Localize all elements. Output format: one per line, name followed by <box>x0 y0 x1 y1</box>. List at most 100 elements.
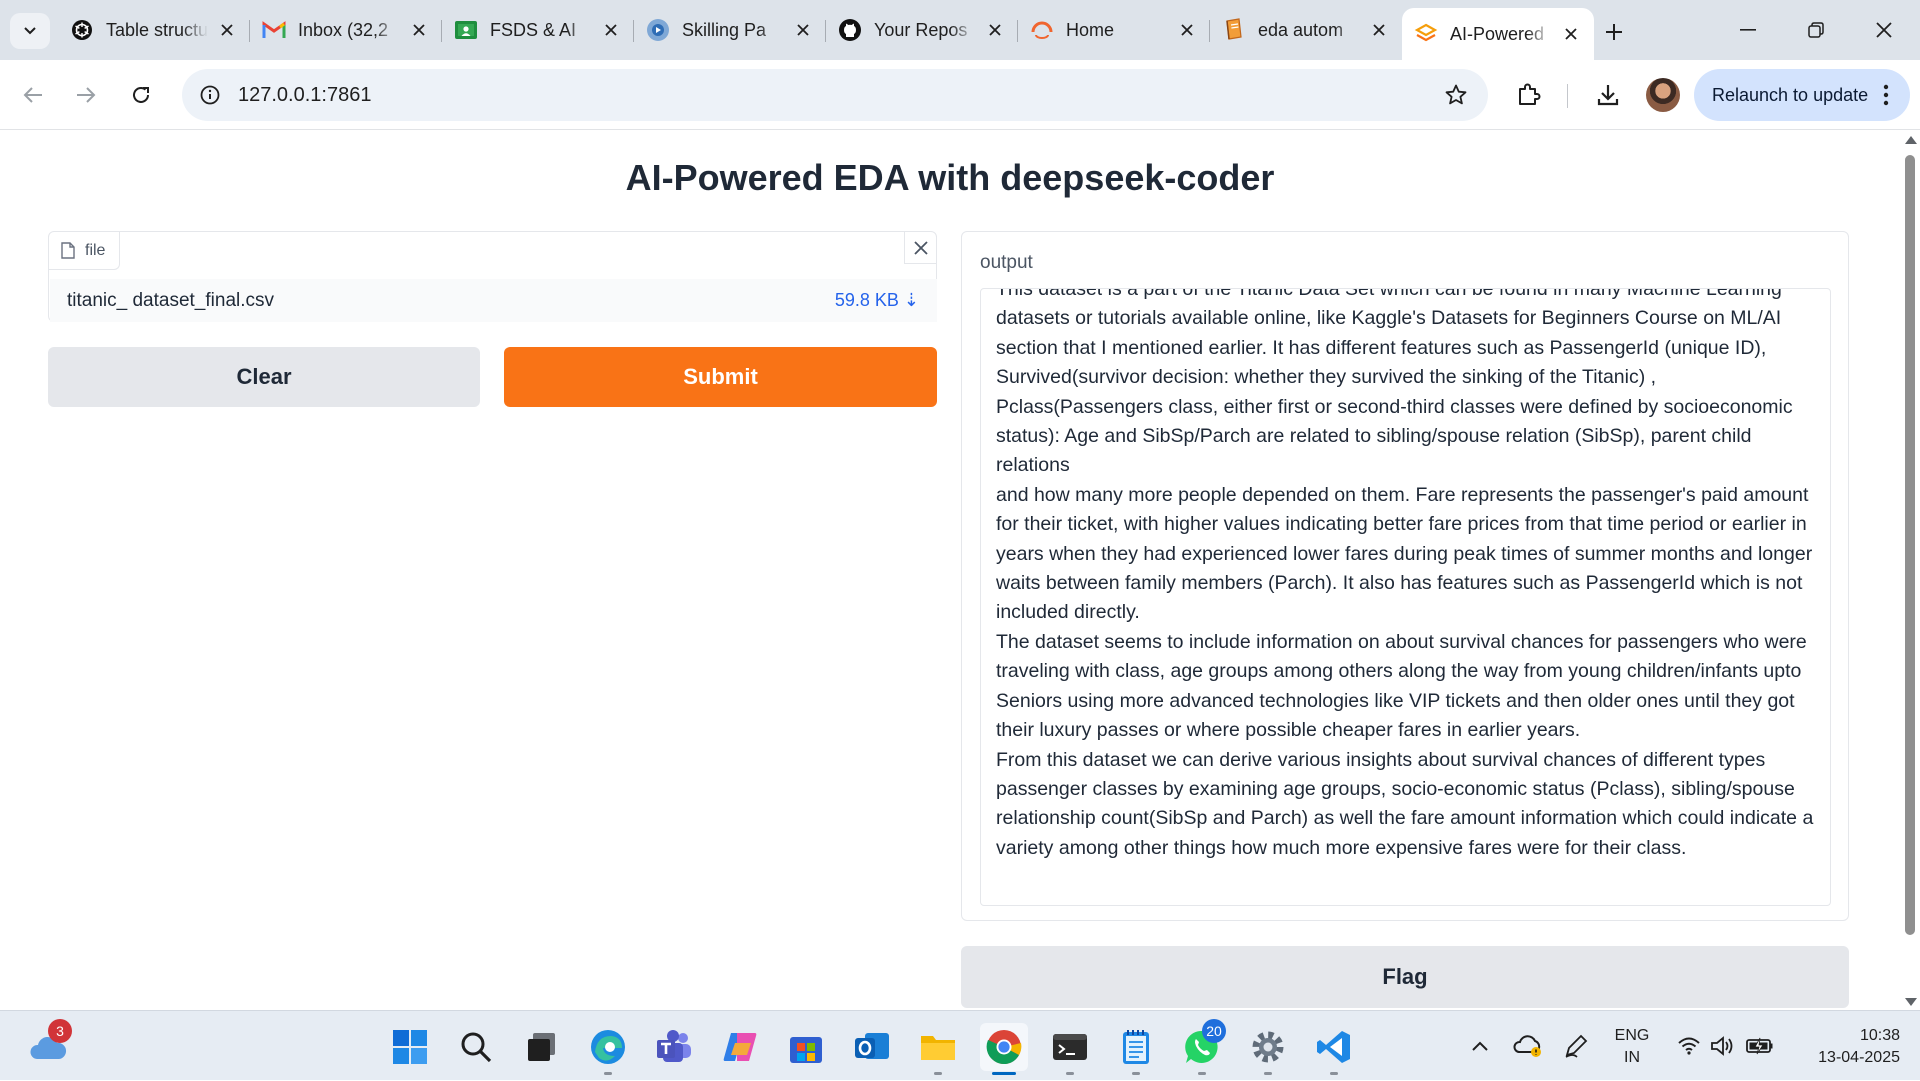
search-button[interactable] <box>452 1023 500 1071</box>
close-icon[interactable] <box>1176 19 1198 41</box>
tab-title: AI-Powered <box>1450 23 1545 44</box>
volume-tray[interactable] <box>1708 1011 1738 1081</box>
scroll-up-icon[interactable] <box>1905 136 1917 144</box>
teams-icon <box>657 1030 691 1062</box>
clear-button[interactable]: Clear <box>48 347 480 407</box>
bookmark-star-icon[interactable] <box>1440 79 1472 111</box>
file-download-link[interactable]: 59.8 KB ⇣ <box>835 290 919 311</box>
file-upload[interactable]: file titanic_ dataset_final.csv 59.8 KB … <box>48 231 937 322</box>
weather-badge: 3 <box>48 1019 72 1043</box>
search-icon <box>461 1032 492 1063</box>
tab-inbox[interactable]: Inbox (32,2 <box>250 8 442 52</box>
vscode-app[interactable] <box>1310 1023 1358 1075</box>
pen-tray-button[interactable] <box>1558 1011 1594 1081</box>
microsoft-store-app[interactable] <box>782 1023 830 1071</box>
clear-file-button[interactable] <box>904 232 936 264</box>
system-clock[interactable]: 10:38 13-04-2025 <box>1790 1025 1900 1069</box>
close-window-button[interactable] <box>1856 10 1912 50</box>
onedrive-tray-button[interactable] <box>1510 1011 1546 1081</box>
close-icon[interactable] <box>1560 23 1582 45</box>
wifi-tray[interactable] <box>1674 1011 1704 1081</box>
tab-title: Your Repos <box>874 19 968 40</box>
notepad-icon <box>1123 1030 1149 1064</box>
minimize-button[interactable] <box>1720 10 1776 50</box>
running-indicator <box>1264 1072 1272 1075</box>
reload-button[interactable] <box>121 75 161 115</box>
weather-widget[interactable]: 3 <box>24 1019 72 1071</box>
cloud-warning-icon <box>1513 1035 1541 1057</box>
scroll-thumb[interactable] <box>1905 155 1915 935</box>
battery-tray[interactable] <box>1744 1011 1776 1081</box>
tab-eda-automation[interactable]: eda autom <box>1210 8 1402 52</box>
file-icon <box>61 242 75 259</box>
output-label: output <box>980 252 1033 273</box>
settings-app[interactable] <box>1244 1023 1292 1075</box>
gradio-app: AI-Powered EDA with deepseek-coder file … <box>0 131 1900 1010</box>
file-explorer-app[interactable] <box>914 1023 962 1075</box>
vscode-icon <box>1317 1031 1350 1063</box>
copilot-app[interactable] <box>716 1023 764 1071</box>
whatsapp-app[interactable]: 20 <box>1178 1019 1226 1075</box>
close-icon[interactable] <box>984 19 1006 41</box>
language-indicator[interactable]: ENG IN <box>1610 1025 1654 1069</box>
teams-app[interactable] <box>650 1023 698 1071</box>
scroll-down-icon[interactable] <box>1905 998 1917 1006</box>
tab-skilling[interactable]: Skilling Pa <box>634 8 826 52</box>
running-indicator <box>1198 1072 1206 1075</box>
chrome-icon <box>986 1030 1022 1065</box>
close-icon[interactable] <box>408 19 430 41</box>
tab-table-structure[interactable]: Table structure <box>58 8 250 52</box>
close-icon <box>1876 22 1892 38</box>
running-indicator <box>1066 1072 1074 1075</box>
submit-button[interactable]: Submit <box>504 347 937 407</box>
terminal-app[interactable] <box>1046 1023 1094 1075</box>
browser-toolbar: 127.0.0.1:7861 Relaunch to update <box>0 60 1920 130</box>
address-bar[interactable]: 127.0.0.1:7861 <box>182 69 1488 121</box>
extensions-icon[interactable] <box>1508 75 1548 115</box>
running-indicator <box>992 1072 1016 1075</box>
openai-icon <box>70 18 94 42</box>
downloads-icon[interactable] <box>1588 75 1628 115</box>
start-button[interactable] <box>386 1023 434 1071</box>
url-text[interactable]: 127.0.0.1:7861 <box>238 84 371 107</box>
task-view-button[interactable] <box>518 1023 566 1071</box>
reload-icon <box>133 86 149 103</box>
battery-charging-icon <box>1746 1037 1773 1055</box>
windows-logo-icon <box>393 1030 427 1064</box>
flag-button[interactable]: Flag <box>961 946 1849 1008</box>
terminal-icon <box>1053 1034 1087 1060</box>
tab-fsds[interactable]: FSDS & AI <box>442 8 634 52</box>
tab-your-repos[interactable]: Your Repos <box>826 8 1018 52</box>
speaker-icon <box>1711 1036 1733 1056</box>
chrome-app[interactable] <box>980 1023 1028 1075</box>
tab-ai-powered[interactable]: AI-Powered <box>1402 8 1594 60</box>
page-scrollbar[interactable] <box>1900 131 1920 1010</box>
output-text: This dataset is a part of the Titanic Da… <box>996 289 1822 863</box>
close-icon[interactable] <box>600 19 622 41</box>
forward-button[interactable] <box>66 75 106 115</box>
close-icon[interactable] <box>1368 19 1390 41</box>
restore-button[interactable] <box>1788 10 1844 50</box>
new-tab-button[interactable] <box>1596 14 1632 50</box>
more-vert-icon[interactable] <box>1876 82 1896 108</box>
running-indicator <box>1330 1072 1338 1075</box>
tab-search-button[interactable] <box>10 13 50 49</box>
outlook-app[interactable] <box>848 1023 896 1071</box>
tab-home[interactable]: Home <box>1018 8 1210 52</box>
tab-title: eda autom <box>1258 19 1344 40</box>
store-icon <box>790 1037 822 1063</box>
output-paragraph: From this dataset we can derive various … <box>996 748 1814 859</box>
profile-avatar[interactable] <box>1646 78 1680 112</box>
book-icon <box>1222 18 1246 42</box>
tab-title: Inbox (32,2 <box>298 19 389 40</box>
arrow-right-icon <box>77 87 96 103</box>
notepad-app[interactable] <box>1112 1023 1160 1075</box>
output-textbox[interactable]: This dataset is a part of the Titanic Da… <box>980 288 1831 906</box>
close-icon[interactable] <box>792 19 814 41</box>
site-info-icon[interactable] <box>190 75 230 115</box>
close-icon[interactable] <box>216 19 238 41</box>
back-button[interactable] <box>13 75 53 115</box>
edge-app[interactable] <box>584 1023 632 1075</box>
relaunch-to-update-button[interactable]: Relaunch to update <box>1694 69 1910 121</box>
show-hidden-icons-button[interactable] <box>1462 1011 1498 1081</box>
